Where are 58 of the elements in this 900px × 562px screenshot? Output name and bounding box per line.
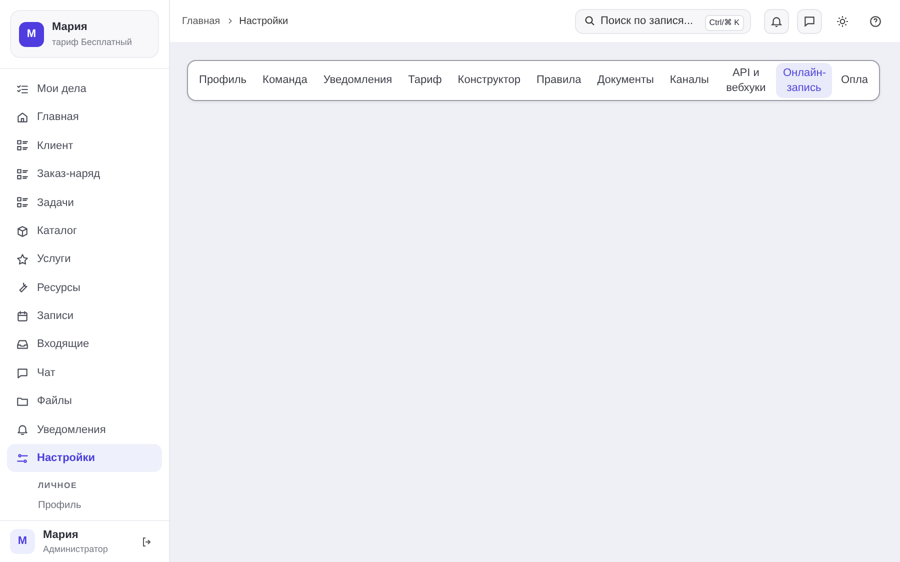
tab[interactable]: Каналы xyxy=(662,63,716,98)
tab[interactable]: Правила xyxy=(530,63,588,98)
account-name: Мария xyxy=(52,20,88,35)
bell-icon xyxy=(16,423,29,436)
sidebar-item[interactable]: Уведомления xyxy=(7,416,162,444)
tab[interactable]: Профиль xyxy=(192,63,254,98)
sidebar-item[interactable]: Услуги xyxy=(7,245,162,274)
sidebar-item[interactable]: Файлы xyxy=(7,387,162,416)
sidebar-item[interactable]: Входящие xyxy=(7,330,162,359)
list-icon xyxy=(16,196,29,210)
account-card[interactable]: М Мария тариф Бесплатный xyxy=(10,10,160,58)
box-icon xyxy=(16,224,29,238)
tab[interactable]: API и вебхуки xyxy=(718,63,774,98)
help-icon xyxy=(869,14,882,28)
tab[interactable]: Документы xyxy=(590,63,661,98)
breadcrumb-link[interactable]: Настройки xyxy=(239,14,288,28)
calendar-icon xyxy=(16,310,29,323)
breadcrumb-link[interactable]: Главная xyxy=(182,14,220,28)
sidebar-item[interactable]: Записи xyxy=(7,302,162,331)
tab[interactable]: Онлайн-запись xyxy=(776,63,832,98)
sidebar-item[interactable]: Чат xyxy=(7,358,162,388)
tab[interactable]: Тариф xyxy=(401,63,449,98)
folder-icon xyxy=(16,394,29,408)
sidebar-subitem[interactable]: Профиль xyxy=(38,498,82,514)
sliders-icon xyxy=(16,452,29,465)
sidebar-item[interactable]: Каталог xyxy=(7,216,162,246)
user-role: Администратор xyxy=(43,543,109,556)
chat-icon xyxy=(16,366,29,380)
shortcut-hint: Ctrl/⌘ K xyxy=(705,14,744,30)
sidebar-item[interactable]: Заказ-наряд xyxy=(7,160,162,189)
list-icon xyxy=(16,139,29,152)
user-name: Мария xyxy=(43,528,80,542)
chat-button[interactable] xyxy=(797,8,822,34)
account-avatar: М xyxy=(19,22,44,46)
wrench-icon xyxy=(16,281,29,294)
section-heading: ЛИЧНОЕ xyxy=(37,480,78,492)
tab[interactable]: Уведомления xyxy=(316,63,400,98)
logout-icon xyxy=(140,536,153,548)
plan-label: тариф Бесплатный xyxy=(52,36,132,49)
sidebar-item[interactable]: Мои дела xyxy=(7,75,162,104)
sidebar-item[interactable]: Главная xyxy=(7,103,162,132)
tab[interactable]: Опла xyxy=(834,63,875,98)
list-icon xyxy=(16,168,29,181)
sidebar-item[interactable]: Клиент xyxy=(7,132,162,160)
star-icon xyxy=(16,253,29,266)
chat-icon xyxy=(803,14,816,28)
bell-icon xyxy=(770,14,783,28)
inbox-icon xyxy=(16,338,29,352)
sidebar-item[interactable]: Задачи xyxy=(7,188,162,217)
tab[interactable]: Команда xyxy=(256,63,314,98)
user-avatar: М xyxy=(10,529,35,554)
sidebar-item[interactable]: Настройки xyxy=(7,444,162,472)
checklist-icon xyxy=(16,82,29,96)
sidebar-item[interactable]: Ресурсы xyxy=(7,274,162,302)
notifications-button[interactable] xyxy=(764,8,789,34)
sun-icon xyxy=(836,14,849,28)
tab[interactable]: Конструктор xyxy=(450,63,528,98)
home-icon xyxy=(16,111,29,124)
